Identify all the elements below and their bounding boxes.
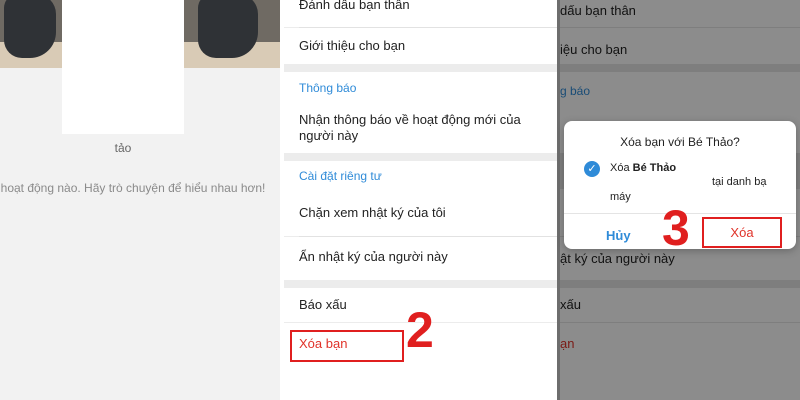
profile-panel: tảo a có hoạt động nào. Hãy trò chuyện đ… [0, 0, 280, 400]
dialog-title: Xóa bạn với Bé Thảo? [620, 135, 740, 149]
cancel-button[interactable]: Hủy [606, 228, 631, 243]
section-privacy: Cài đặt riêng tư [284, 161, 557, 189]
section-title: Thông báo [299, 81, 357, 95]
menu-item-label: Chặn xem nhật ký của tôi [299, 205, 446, 220]
cover-photo [0, 0, 62, 68]
option-prefix: Xóa [610, 162, 633, 174]
menu-item-block-diary[interactable]: Chặn xem nhật ký của tôi [284, 189, 557, 236]
dialog-option-tail: máy [610, 191, 631, 203]
cover-photo [184, 0, 280, 68]
dialog-option-tail: tại danh bạ [712, 176, 767, 188]
menu-item-label: Giới thiệu cho bạn [299, 38, 406, 53]
highlight-box [290, 330, 404, 362]
step-number: 2 [406, 302, 434, 358]
section-title: Cài đặt riêng tư [299, 169, 382, 183]
empty-activity-message: a có hoạt động nào. Hãy trò chuyện để hi… [0, 181, 266, 195]
menu-item-best-friend[interactable]: Đánh dấu bạn thân [284, 0, 557, 27]
menu-item-introduce[interactable]: Giới thiệu cho bạn [284, 28, 557, 64]
dialog-option-label: Xóa Bé Thảo [610, 162, 676, 174]
option-contact-name: Bé Thảo [632, 162, 677, 174]
step-number: 3 [662, 200, 690, 256]
menu-item-label: Nhận thông báo về hoạt động mới của ngườ… [299, 112, 521, 143]
menu-item-hide-diary[interactable]: Ẩn nhật ký của người này [284, 237, 557, 280]
section-notifications: Thông báo [284, 72, 557, 102]
profile-name: tảo [114, 141, 132, 155]
checkbox-checked-icon[interactable]: ✓ [584, 161, 600, 177]
menu-item-label: Đánh dấu bạn thân [299, 0, 410, 12]
menu-item-label: Ẩn nhật ký của người này [299, 249, 448, 264]
avatar[interactable] [62, 0, 184, 134]
menu-item-notify-activity[interactable]: Nhận thông báo về hoạt động mới của ngườ… [284, 102, 557, 153]
highlight-box [702, 217, 782, 248]
